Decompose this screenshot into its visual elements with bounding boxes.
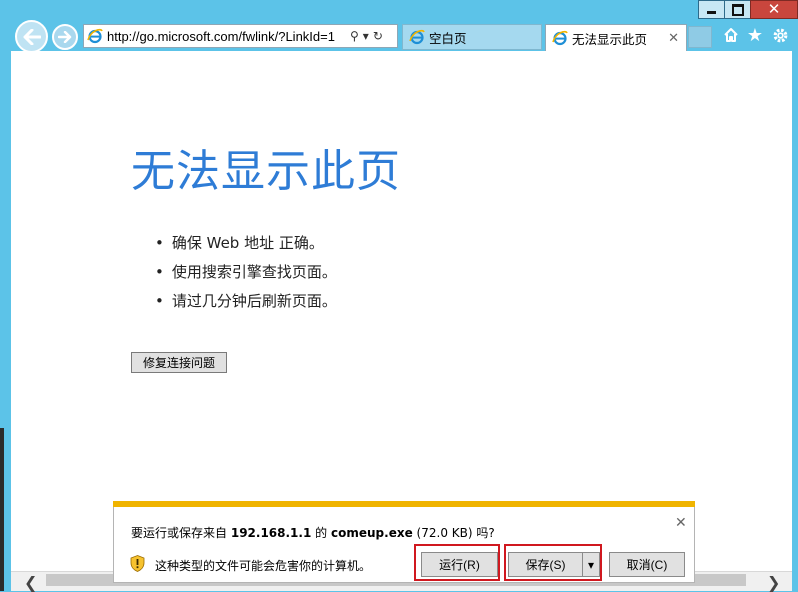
forward-button[interactable] [52, 24, 78, 50]
close-window-button[interactable]: ✕ [750, 0, 798, 19]
scroll-left-icon[interactable]: ❮ [24, 573, 37, 592]
list-item: 请过几分钟后刷新页面。 [155, 287, 337, 316]
minimize-icon [707, 11, 716, 14]
save-options-button[interactable]: ▾ [582, 552, 600, 577]
gear-icon [773, 28, 787, 42]
download-filename: comeup.exe [331, 526, 413, 540]
home-button[interactable] [721, 25, 741, 45]
scroll-right-icon[interactable]: ❯ [767, 573, 780, 592]
search-icon[interactable]: ⚲ [350, 29, 359, 43]
download-question: 要运行或保存来自 192.168.1.1 的 comeup.exe (72.0 … [131, 526, 495, 540]
cancel-button[interactable]: 取消(C) [609, 552, 685, 577]
window-frame-right [792, 0, 798, 591]
ie-tab-icon [409, 29, 425, 45]
new-tab-button[interactable] [688, 26, 712, 48]
close-icon: ✕ [767, 0, 781, 18]
download-warning-text: 这种类型的文件可能会危害你的计算机。 [155, 559, 372, 573]
download-host: 192.168.1.1 [230, 526, 312, 540]
chevron-down-icon: ▾ [587, 557, 595, 572]
run-button[interactable]: 运行(R) [421, 552, 498, 577]
page-title: 无法显示此页 [131, 146, 401, 197]
desktop-edge [0, 428, 4, 591]
download-size: (72.0 KB) [416, 526, 473, 540]
home-icon [724, 28, 738, 42]
back-button[interactable] [15, 20, 48, 53]
maximize-button[interactable] [724, 0, 751, 19]
address-bar[interactable]: http://go.microsoft.com/fwlink/?LinkId=1… [83, 24, 398, 48]
close-tab-icon[interactable]: ✕ [668, 31, 679, 46]
refresh-icon[interactable]: ↻ [373, 29, 383, 43]
shield-warning-icon [130, 555, 145, 572]
maximize-icon [731, 3, 744, 16]
page-content [11, 51, 792, 571]
minimize-button[interactable] [698, 0, 725, 19]
ie-page-icon [87, 28, 103, 44]
ie-tab-icon [552, 30, 568, 46]
address-url[interactable]: http://go.microsoft.com/fwlink/?LinkId=1 [107, 29, 347, 44]
suggestion-list: 确保 Web 地址 正确。 使用搜索引擎查找页面。 请过几分钟后刷新页面。 [155, 229, 337, 316]
star-icon: ★ [746, 24, 764, 46]
chevron-down-icon[interactable]: ▾ [363, 29, 369, 43]
save-button[interactable]: 保存(S) [508, 552, 583, 577]
tab-cannot-display[interactable]: 无法显示此页 ✕ [545, 24, 687, 51]
tab-blank-page[interactable]: 空白页 [402, 24, 542, 50]
list-item: 使用搜索引擎查找页面。 [155, 258, 337, 287]
favorites-button[interactable]: ★ [745, 24, 765, 46]
settings-button[interactable] [770, 25, 790, 45]
tab-label: 无法显示此页 [572, 31, 648, 47]
forward-arrow-icon [58, 31, 72, 43]
list-item: 确保 Web 地址 正确。 [155, 229, 337, 258]
notification-accent [113, 501, 695, 507]
tab-label: 空白页 [429, 30, 467, 46]
close-notification-icon[interactable]: ✕ [675, 515, 687, 531]
back-arrow-icon [23, 28, 41, 45]
fix-connection-button[interactable]: 修复连接问题 [131, 352, 227, 373]
